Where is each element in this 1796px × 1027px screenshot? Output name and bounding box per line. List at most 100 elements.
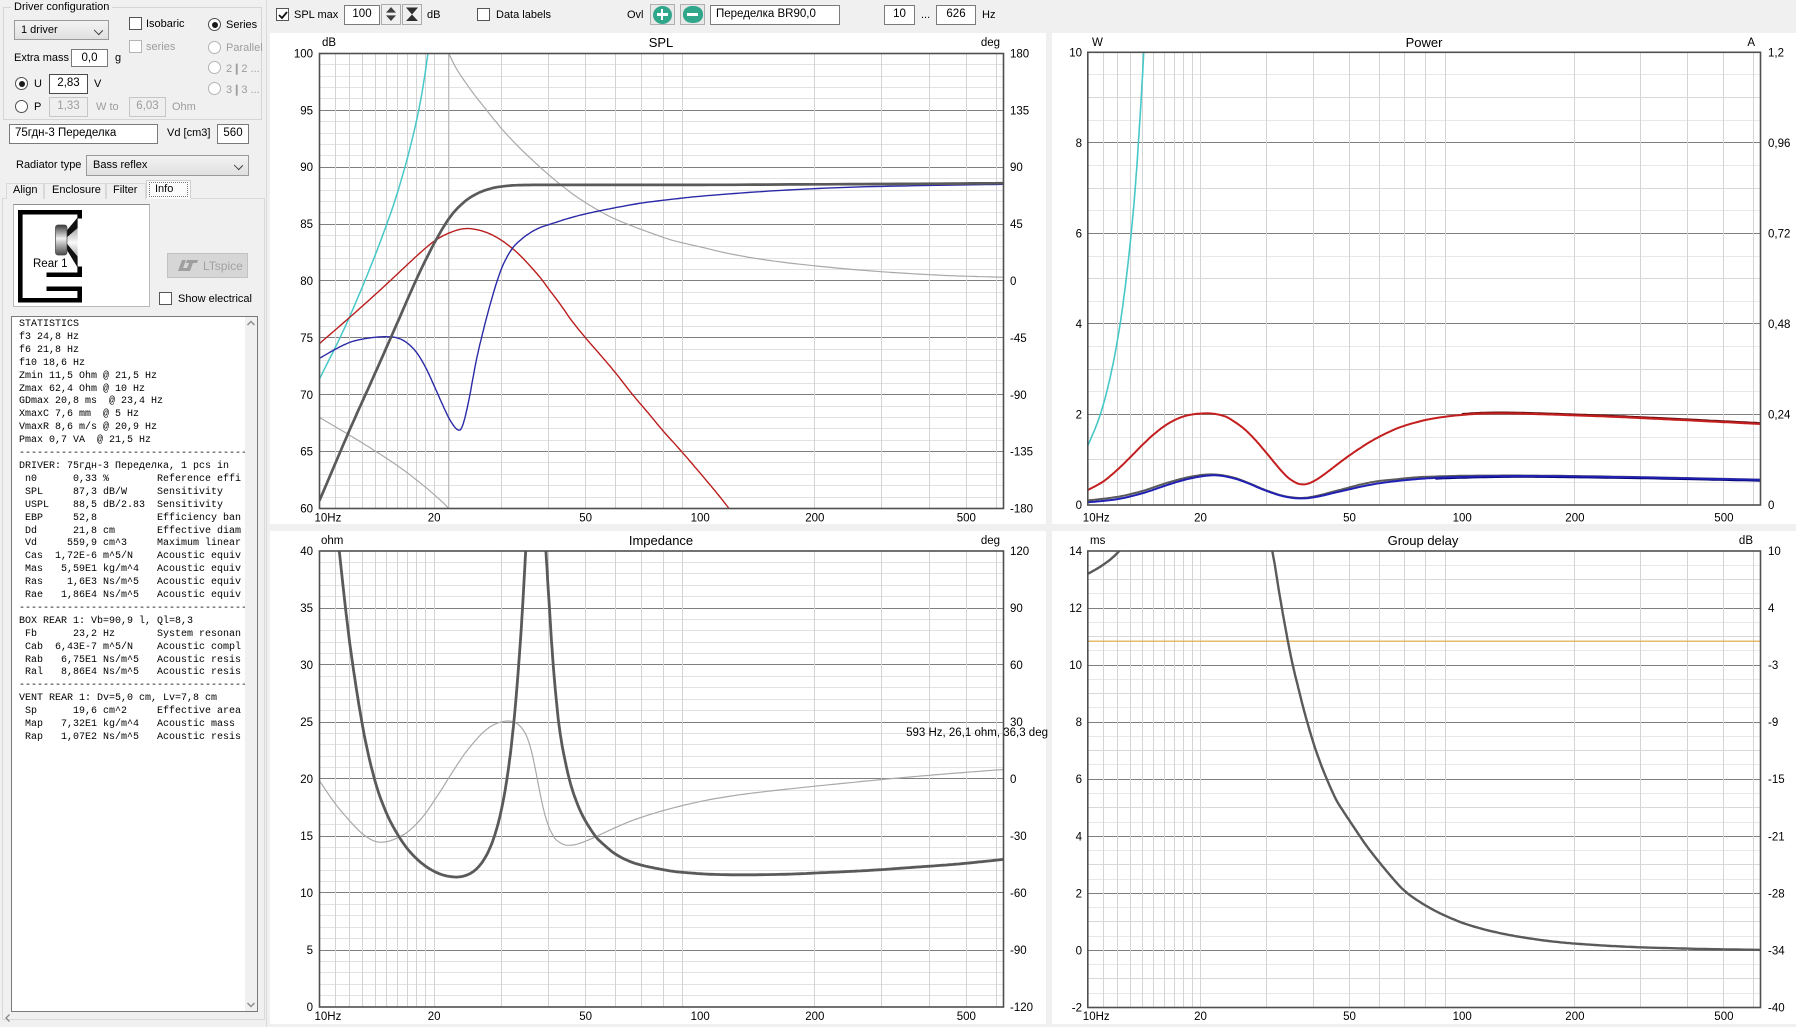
svg-text:5: 5 <box>307 945 313 957</box>
svg-text:0: 0 <box>1076 500 1082 512</box>
svg-text:2: 2 <box>1076 888 1082 900</box>
svg-text:Impedance: Impedance <box>629 533 693 548</box>
svg-text:85: 85 <box>300 219 313 231</box>
svg-text:ms: ms <box>1090 535 1106 547</box>
svg-text:80: 80 <box>300 276 313 288</box>
svg-text:25: 25 <box>300 717 313 729</box>
svg-text:0: 0 <box>1010 774 1016 786</box>
svg-text:-60: -60 <box>1010 888 1027 900</box>
svg-text:20: 20 <box>1194 513 1207 525</box>
svg-text:100: 100 <box>294 49 313 61</box>
svg-text:4: 4 <box>1076 319 1083 331</box>
svg-text:W: W <box>1092 37 1103 49</box>
svg-text:4: 4 <box>1076 831 1083 843</box>
svg-text:95: 95 <box>300 105 313 117</box>
svg-text:90: 90 <box>300 162 313 174</box>
svg-text:20: 20 <box>428 1011 441 1023</box>
svg-text:500: 500 <box>957 1011 976 1023</box>
svg-text:-34: -34 <box>1768 945 1785 957</box>
svg-text:20: 20 <box>300 774 313 786</box>
svg-text:593 Hz, 26,1 ohm, 36,3 deg: 593 Hz, 26,1 ohm, 36,3 deg <box>906 727 1048 739</box>
svg-text:20: 20 <box>1194 1011 1207 1023</box>
svg-text:135: 135 <box>1010 105 1029 117</box>
svg-text:-9: -9 <box>1768 717 1778 729</box>
svg-text:10: 10 <box>1768 546 1781 558</box>
svg-text:50: 50 <box>1343 513 1356 525</box>
svg-text:8: 8 <box>1076 717 1082 729</box>
svg-text:60: 60 <box>300 504 313 516</box>
svg-text:deg: deg <box>981 535 1000 547</box>
svg-text:90: 90 <box>1010 603 1023 615</box>
svg-text:10: 10 <box>1069 47 1082 59</box>
svg-text:200: 200 <box>1565 513 1584 525</box>
svg-text:0: 0 <box>1010 276 1016 288</box>
svg-text:dB: dB <box>322 37 336 49</box>
svg-text:180: 180 <box>1010 49 1029 61</box>
svg-text:12: 12 <box>1069 603 1082 615</box>
svg-text:35: 35 <box>300 603 313 615</box>
svg-text:0: 0 <box>1768 500 1774 512</box>
svg-text:dB: dB <box>1739 535 1753 547</box>
svg-text:60: 60 <box>1010 660 1023 672</box>
svg-text:500: 500 <box>957 513 976 525</box>
svg-text:200: 200 <box>805 1011 824 1023</box>
svg-text:14: 14 <box>1069 546 1082 558</box>
svg-text:8: 8 <box>1076 138 1082 150</box>
svg-text:90: 90 <box>1010 162 1023 174</box>
svg-text:100: 100 <box>1453 1011 1472 1023</box>
svg-text:0,48: 0,48 <box>1768 319 1790 331</box>
svg-text:10: 10 <box>300 888 313 900</box>
svg-text:500: 500 <box>1714 513 1733 525</box>
svg-text:-2: -2 <box>1072 1003 1082 1015</box>
svg-text:50: 50 <box>1343 1011 1356 1023</box>
svg-text:-135: -135 <box>1010 447 1033 459</box>
svg-text:45: 45 <box>1010 219 1023 231</box>
svg-text:500: 500 <box>1714 1011 1733 1023</box>
svg-text:0: 0 <box>307 1002 313 1014</box>
svg-text:-45: -45 <box>1010 333 1027 345</box>
svg-text:200: 200 <box>805 513 824 525</box>
svg-text:-90: -90 <box>1010 390 1027 402</box>
svg-text:1,2: 1,2 <box>1768 47 1784 59</box>
svg-text:30: 30 <box>300 660 313 672</box>
svg-text:-180: -180 <box>1010 504 1033 516</box>
svg-text:10Hz: 10Hz <box>315 1011 342 1023</box>
svg-text:20: 20 <box>428 513 441 525</box>
svg-text:-21: -21 <box>1768 831 1785 843</box>
svg-text:A: A <box>1747 37 1755 49</box>
svg-text:50: 50 <box>579 513 592 525</box>
svg-text:0,96: 0,96 <box>1768 138 1790 150</box>
svg-text:deg: deg <box>981 37 1000 49</box>
svg-text:0: 0 <box>1076 945 1082 957</box>
svg-text:10: 10 <box>1069 660 1082 672</box>
svg-text:SPL: SPL <box>649 35 674 50</box>
svg-text:10Hz: 10Hz <box>315 513 342 525</box>
svg-text:120: 120 <box>1010 546 1029 558</box>
svg-text:6: 6 <box>1076 774 1082 786</box>
svg-text:10Hz: 10Hz <box>1083 1011 1110 1023</box>
svg-text:-15: -15 <box>1768 774 1785 786</box>
svg-text:-30: -30 <box>1010 831 1027 843</box>
svg-text:-28: -28 <box>1768 888 1785 900</box>
svg-text:10Hz: 10Hz <box>1083 513 1110 525</box>
svg-text:-40: -40 <box>1768 1003 1785 1015</box>
svg-text:-90: -90 <box>1010 945 1027 957</box>
svg-text:100: 100 <box>1453 513 1472 525</box>
svg-text:Group delay: Group delay <box>1388 533 1459 548</box>
svg-text:6: 6 <box>1076 228 1082 240</box>
svg-text:100: 100 <box>691 513 710 525</box>
svg-text:50: 50 <box>579 1011 592 1023</box>
svg-text:70: 70 <box>300 390 313 402</box>
svg-text:-120: -120 <box>1010 1002 1033 1014</box>
svg-text:40: 40 <box>300 546 313 558</box>
svg-text:65: 65 <box>300 447 313 459</box>
svg-text:Power: Power <box>1406 35 1444 50</box>
svg-text:0,72: 0,72 <box>1768 228 1790 240</box>
svg-text:2: 2 <box>1076 410 1082 422</box>
svg-text:75: 75 <box>300 333 313 345</box>
svg-text:15: 15 <box>300 831 313 843</box>
svg-text:100: 100 <box>691 1011 710 1023</box>
svg-text:ohm: ohm <box>321 535 343 547</box>
svg-text:-3: -3 <box>1768 660 1778 672</box>
svg-text:200: 200 <box>1565 1011 1584 1023</box>
